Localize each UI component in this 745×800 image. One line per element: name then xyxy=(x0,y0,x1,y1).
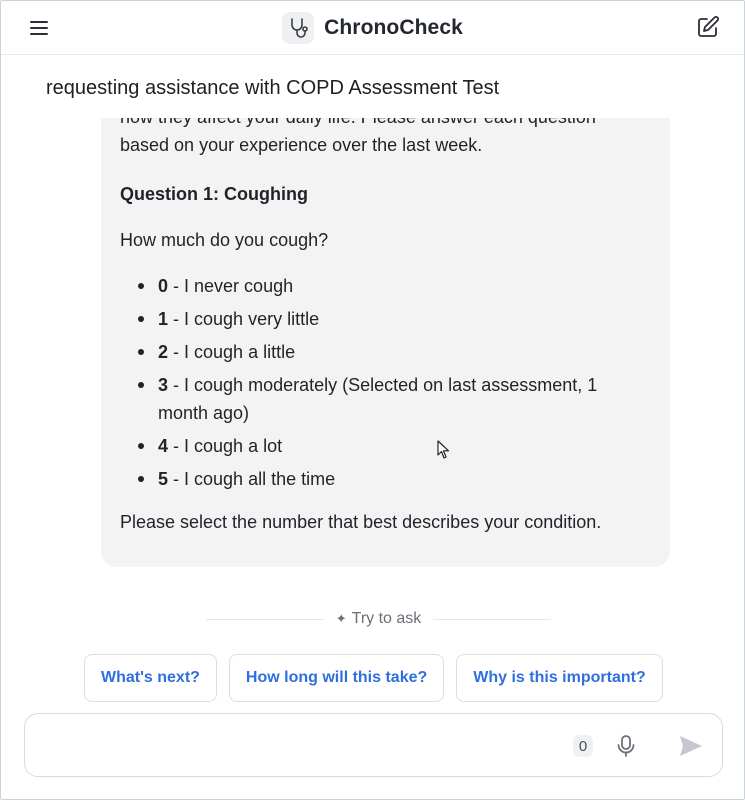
option-item: 1 - I cough very little xyxy=(138,305,650,333)
question-text: How much do you cough? xyxy=(120,230,329,250)
try-to-ask-label: ✦ Try to ask xyxy=(336,610,422,628)
option-number: 5 xyxy=(158,469,169,489)
option-text: - I cough a little xyxy=(173,342,296,362)
option-item: 0 - I never cough xyxy=(138,272,650,300)
option-item: 3 - I cough moderately (Selected on last… xyxy=(138,371,650,427)
conversation-title: requesting assistance with COPD Assessme… xyxy=(46,77,508,100)
try-to-ask-divider: ✦ Try to ask xyxy=(206,608,552,630)
app-header: ChronoCheck xyxy=(1,1,744,55)
answer-options: 0 - I never cough 1 - I cough very littl… xyxy=(120,272,650,493)
app-window: ChronoCheck requesting assistance with C… xyxy=(0,0,745,800)
divider-line xyxy=(206,618,324,620)
option-text: - I cough moderately (Selected on last a… xyxy=(158,375,598,423)
app-name: ChronoCheck xyxy=(324,15,463,39)
suggestion-how-long[interactable]: How long will this take? xyxy=(228,654,445,702)
character-count: 0 xyxy=(573,735,593,757)
option-text: - I cough very little xyxy=(173,309,320,329)
sparkle-icon: ✦ xyxy=(335,611,347,626)
send-icon[interactable] xyxy=(678,734,704,758)
message-intro-line: based on your experience over the last w… xyxy=(120,135,483,155)
option-number: 0 xyxy=(158,276,169,296)
suggestion-chips: What's next? How long will this take? Wh… xyxy=(84,654,663,702)
closing-instruction: Please select the number that best descr… xyxy=(120,512,602,532)
option-number: 1 xyxy=(158,309,169,329)
option-text: - I cough all the time xyxy=(173,469,336,489)
option-text: - I cough a lot xyxy=(173,436,283,456)
microphone-icon[interactable] xyxy=(615,734,637,758)
divider-line xyxy=(433,618,552,620)
stethoscope-icon xyxy=(282,11,315,44)
mouse-cursor-icon xyxy=(437,440,451,460)
suggestion-why-important[interactable]: Why is this important? xyxy=(456,654,663,702)
option-item: 5 - I cough all the time xyxy=(138,465,650,493)
option-number: 2 xyxy=(158,342,169,362)
suggestion-whats-next[interactable]: What's next? xyxy=(84,654,217,702)
try-to-ask-text: Try to ask xyxy=(351,610,422,627)
option-item: 2 - I cough a little xyxy=(138,338,650,366)
message-input[interactable] xyxy=(41,724,561,766)
option-text: - I never cough xyxy=(173,276,294,296)
option-number: 3 xyxy=(158,375,169,395)
message-composer: 0 xyxy=(24,713,723,777)
assistant-message: how they affect your daily life. Please … xyxy=(101,85,670,567)
option-number: 4 xyxy=(158,436,169,456)
brand: ChronoCheck xyxy=(282,11,463,44)
question-heading: Question 1: Coughing xyxy=(120,184,308,204)
option-item: 4 - I cough a lot xyxy=(138,432,650,460)
edit-compose-icon[interactable] xyxy=(696,15,720,39)
hamburger-menu-icon[interactable] xyxy=(27,16,51,40)
